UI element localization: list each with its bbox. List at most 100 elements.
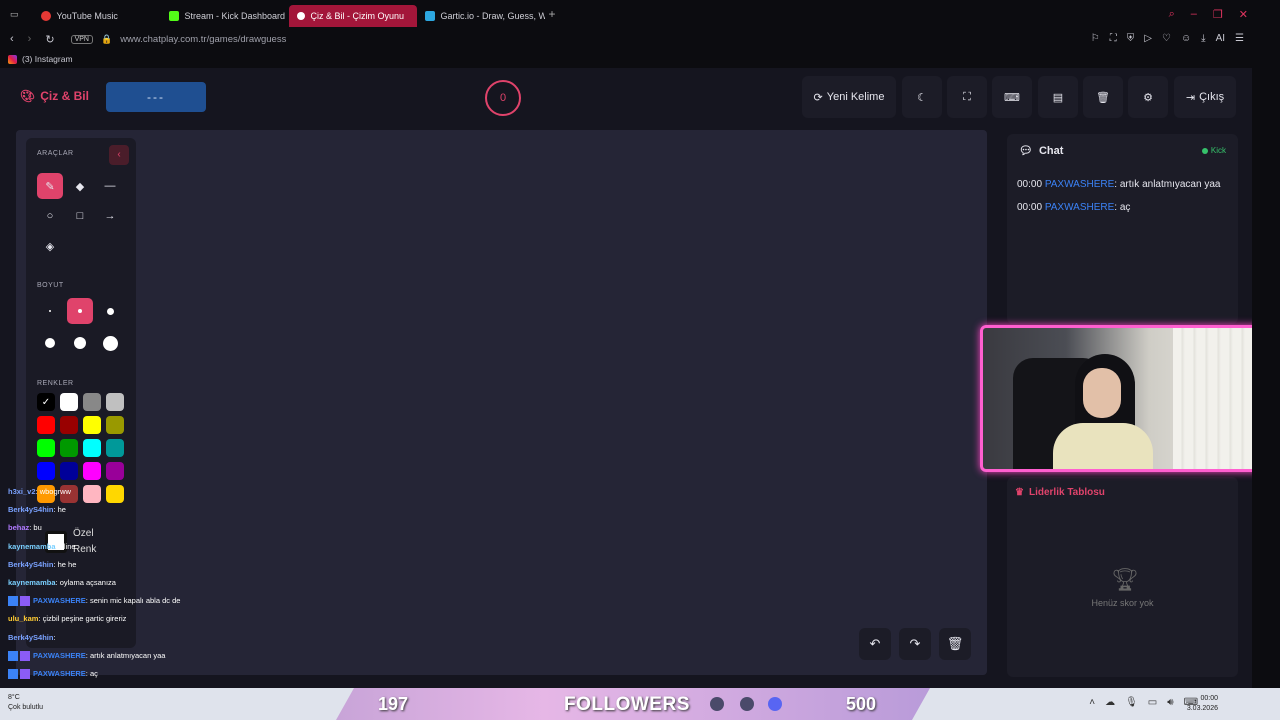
overlay-chat-text: :: [53, 632, 56, 642]
tools-panel: ARAÇLAR ‹ ✎ ◆ — ○ □ → ◈ BOYUT RENKLER ✓: [26, 138, 136, 648]
exit-label: Çıkış: [1199, 91, 1225, 103]
message-user[interactable]: PAXWASHERE: [1045, 202, 1114, 213]
shield-icon[interactable]: ⛨: [1127, 33, 1135, 44]
arrow-tool[interactable]: →: [97, 203, 123, 229]
undo-button[interactable]: ↶: [859, 628, 891, 660]
exit-button[interactable]: ⇥ Çıkış: [1174, 76, 1236, 118]
tab-youtube-music[interactable]: YouTube Music: [33, 5, 161, 27]
maximize-button[interactable]: ❐: [1213, 8, 1223, 21]
overlay-chat-text: : artık anlatmıyacan yaa: [85, 650, 166, 660]
forward-icon[interactable]: ›: [28, 33, 32, 46]
overlay-chat-user: h3xi_v2: [8, 487, 36, 496]
color-swatch[interactable]: [37, 439, 55, 457]
fill-tool[interactable]: ◈: [37, 233, 63, 259]
redo-button[interactable]: ↷: [899, 628, 931, 660]
message-user[interactable]: PAXWASHERE: [1045, 179, 1114, 190]
reload-icon[interactable]: ↻: [45, 33, 54, 46]
nav-buttons: ‹ › ↻: [10, 33, 55, 46]
fullscreen-button[interactable]: ⛶: [947, 76, 987, 118]
color-swatch[interactable]: [37, 462, 55, 480]
line-tool[interactable]: —: [97, 173, 123, 199]
clear-canvas-button[interactable]: 🗑︎: [939, 628, 971, 660]
volume-icon[interactable]: 🔊︎: [1167, 697, 1173, 708]
paint-bucket-icon: ◈: [45, 240, 55, 253]
color-swatch[interactable]: [106, 393, 124, 411]
overlay-chat-text: : oylama açsanıza: [55, 578, 116, 587]
eraser-tool[interactable]: ◆: [67, 173, 93, 199]
collapse-panel-button[interactable]: ‹: [109, 145, 129, 165]
size-xxl[interactable]: [97, 330, 123, 356]
size-md[interactable]: [97, 298, 123, 324]
keyboard-button[interactable]: ⌨: [992, 76, 1032, 118]
url-field[interactable]: www.chatplay.com.tr/games/drawguess: [120, 34, 286, 45]
close-button[interactable]: ✕: [1239, 8, 1248, 21]
message-text: : artık anlatmıyacan yaa: [1114, 179, 1221, 190]
overlay-chat-line: PAXWASHERE: artık anlatmıyacan yaa: [8, 651, 165, 661]
ai-icon[interactable]: AI: [1216, 33, 1225, 44]
color-swatch[interactable]: [60, 393, 78, 411]
followers-goal: 500: [846, 694, 877, 714]
bookmark-instagram[interactable]: (3) Instagram: [22, 54, 73, 64]
network-icon[interactable]: ▭: [1148, 697, 1157, 708]
discord-icon: [768, 697, 782, 711]
color-swatch[interactable]: [83, 416, 101, 434]
vpn-badge[interactable]: VPN: [70, 34, 93, 44]
check-icon: ✓: [41, 396, 51, 408]
theme-toggle-button[interactable]: ☾: [902, 76, 942, 118]
color-swatch[interactable]: [106, 462, 124, 480]
color-swatch[interactable]: [83, 462, 101, 480]
color-swatch[interactable]: [60, 439, 78, 457]
profile-icon[interactable]: ☺: [1181, 33, 1191, 44]
color-swatch[interactable]: [60, 462, 78, 480]
weather-widget[interactable]: 8°C Çok bulutlu: [8, 693, 43, 713]
size-xs[interactable]: [37, 298, 63, 324]
sidebar-icon[interactable]: ▭: [10, 9, 19, 20]
dot-icon: [106, 307, 114, 315]
bookmark-icon[interactable]: ⚐: [1091, 33, 1100, 44]
screenshot-icon[interactable]: ⛶: [1110, 33, 1117, 44]
color-swatch[interactable]: [83, 485, 101, 503]
clock[interactable]: 00:00 3.03.2026: [1187, 694, 1218, 714]
menu-icon[interactable]: ☰: [1235, 33, 1244, 44]
timer: 0: [485, 80, 521, 116]
color-swatch[interactable]: ✓: [37, 393, 55, 411]
size-xl[interactable]: [67, 330, 93, 356]
chevron-up-icon[interactable]: ˄: [1089, 697, 1095, 708]
circle-tool[interactable]: ○: [37, 203, 63, 229]
color-swatch[interactable]: [37, 416, 55, 434]
dot-icon: [102, 335, 118, 351]
drawing-canvas[interactable]: [16, 130, 987, 675]
color-swatch[interactable]: [83, 439, 101, 457]
mic-icon[interactable]: 🎙︎: [1125, 697, 1138, 708]
color-swatch[interactable]: [106, 416, 124, 434]
clock-time: 00:00: [1200, 695, 1218, 702]
minimize-button[interactable]: –: [1191, 8, 1197, 21]
color-swatch[interactable]: [60, 416, 78, 434]
overlay-chat-line: PAXWASHERE: aç: [8, 669, 98, 680]
new-word-button[interactable]: ⟳ Yeni Kelime: [802, 76, 896, 118]
cloud-icon[interactable]: ☁: [1105, 697, 1115, 708]
size-lg[interactable]: [37, 330, 63, 356]
bookmarks-bar: (3) Instagram: [0, 50, 1280, 68]
search-icon[interactable]: ⌕: [1169, 8, 1175, 21]
tab-ciz-bil[interactable]: Çiz & Bil - Çizim Oyunu: [288, 5, 417, 27]
color-swatch[interactable]: [106, 485, 124, 503]
tab-kick-dashboard[interactable]: Stream - Kick Dashboard: [161, 5, 289, 27]
tab-gartic[interactable]: Gartic.io - Draw, Guess, W: [417, 5, 545, 27]
back-icon[interactable]: ‹: [10, 33, 14, 46]
weather-text: Çok bulutlu: [8, 704, 44, 711]
download-icon[interactable]: ⤓: [1201, 33, 1205, 44]
brush-tool[interactable]: ✎: [37, 173, 63, 199]
play-icon[interactable]: ▷: [1144, 33, 1152, 44]
color-swatch[interactable]: [83, 393, 101, 411]
archive-button[interactable]: ▤: [1038, 76, 1078, 118]
canvas-actions: ↶ ↷ 🗑︎: [859, 628, 971, 660]
color-swatch[interactable]: [106, 439, 124, 457]
size-sm[interactable]: [67, 298, 93, 324]
heart-icon[interactable]: ♡: [1162, 33, 1171, 44]
settings-button[interactable]: ⚙: [1128, 76, 1168, 118]
new-tab-button[interactable]: +: [549, 7, 556, 21]
clear-button[interactable]: 🗑︎: [1083, 76, 1123, 118]
lock-icon[interactable]: 🔒: [101, 34, 112, 45]
rectangle-tool[interactable]: □: [67, 203, 93, 229]
